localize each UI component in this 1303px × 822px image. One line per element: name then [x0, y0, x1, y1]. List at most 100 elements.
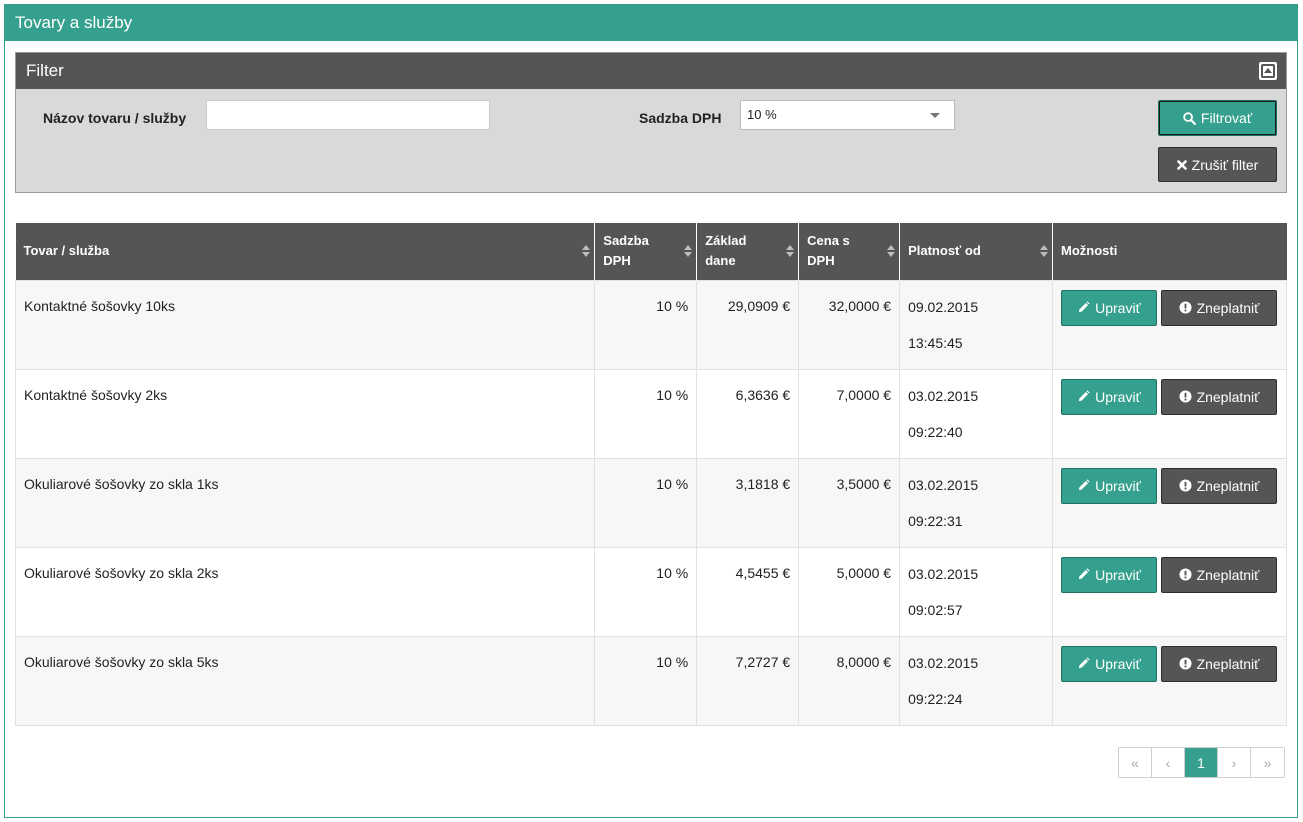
tax-base: 3,1818 €	[696, 457, 800, 548]
pencil-icon	[1078, 301, 1090, 313]
pagination-last[interactable]: »	[1251, 748, 1284, 777]
pagination-page-current[interactable]: 1	[1185, 748, 1218, 777]
sort-icon	[684, 245, 693, 258]
tax-base: 4,5455 €	[696, 546, 800, 637]
sort-icon	[582, 245, 591, 258]
edit-button[interactable]: Upraviť	[1060, 378, 1157, 415]
edit-button-label: Upraviť	[1095, 299, 1141, 316]
valid-from: 09.02.2015 13:45:45	[899, 279, 1053, 370]
vat-filter-select[interactable]: 10 %	[740, 100, 955, 130]
item-name: Kontaktné šošovky 10ks	[14, 279, 596, 370]
clear-filter-button[interactable]: Zrušiť filter	[1158, 147, 1277, 182]
item-name: Okuliarové šošovky zo skla 1ks	[14, 457, 596, 548]
invalidate-button-label: Zneplatniť	[1196, 388, 1260, 405]
invalidate-button[interactable]: Zneplatniť	[1160, 467, 1277, 504]
valid-from-time: 13:45:45	[908, 334, 963, 351]
valid-from-time: 09:22:31	[908, 512, 963, 529]
column-header-tax-base[interactable]: Základ dane	[696, 223, 800, 280]
edit-button-label: Upraviť	[1095, 477, 1141, 494]
edit-button-label: Upraviť	[1095, 655, 1141, 672]
valid-from: 03.02.2015 09:22:40	[899, 368, 1053, 459]
column-header-valid-from[interactable]: Platnosť od	[899, 223, 1053, 280]
row-options: Upraviť Zneplatniť	[1051, 635, 1288, 726]
vat-rate: 10 %	[594, 368, 698, 459]
products-table: Tovar / služba Sadzba DPH Základ dane Ce…	[14, 223, 1288, 726]
tax-base: 6,3636 €	[696, 368, 800, 459]
filter-title: Filter	[26, 61, 64, 80]
pagination-first[interactable]: «	[1119, 748, 1152, 777]
table-row: Kontaktné šošovky 2ks 10 % 6,3636 € 7,00…	[14, 368, 1288, 459]
table-row: Okuliarové šošovky zo skla 5ks 10 % 7,27…	[14, 635, 1288, 726]
price-with-vat: 5,0000 €	[798, 546, 901, 637]
invalidate-button[interactable]: Zneplatniť	[1160, 378, 1277, 415]
sort-icon	[1039, 245, 1048, 258]
sort-icon	[887, 245, 896, 258]
filter-button-label: Filtrovať	[1200, 110, 1253, 126]
edit-button[interactable]: Upraviť	[1060, 289, 1157, 326]
exclamation-circle-icon	[1179, 301, 1192, 314]
exclamation-circle-icon	[1179, 657, 1192, 670]
edit-button[interactable]: Upraviť	[1060, 645, 1157, 682]
collapse-icon[interactable]	[1259, 62, 1277, 80]
pagination: « ‹ 1 › »	[1118, 747, 1285, 778]
invalidate-button-label: Zneplatniť	[1196, 477, 1260, 494]
valid-from-date: 03.02.2015	[908, 565, 979, 582]
edit-button[interactable]: Upraviť	[1060, 556, 1157, 593]
row-options: Upraviť Zneplatniť	[1051, 457, 1288, 548]
price-with-vat: 7,0000 €	[798, 368, 901, 459]
column-header-price-with-vat[interactable]: Cena s DPH	[798, 223, 901, 280]
clear-filter-label: Zrušiť filter	[1191, 156, 1259, 173]
pencil-icon	[1078, 479, 1090, 491]
filter-button[interactable]: Filtrovať	[1158, 100, 1277, 136]
pagination-prev[interactable]: ‹	[1152, 748, 1185, 777]
row-options: Upraviť Zneplatniť	[1051, 368, 1288, 459]
filter-header: Filter	[16, 53, 1286, 89]
vat-filter-value: 10 %	[747, 107, 777, 122]
invalidate-button[interactable]: Zneplatniť	[1160, 289, 1277, 326]
pencil-icon	[1078, 390, 1090, 402]
sort-icon	[786, 245, 795, 258]
table-row: Okuliarové šošovky zo skla 2ks 10 % 4,54…	[14, 546, 1288, 637]
edit-button[interactable]: Upraviť	[1060, 467, 1157, 504]
valid-from-date: 03.02.2015	[908, 654, 979, 671]
tax-base: 7,2727 €	[696, 635, 800, 726]
valid-from-date: 09.02.2015	[908, 298, 979, 315]
price-with-vat: 8,0000 €	[798, 635, 901, 726]
vat-rate: 10 %	[594, 279, 698, 370]
item-name: Kontaktné šošovky 2ks	[14, 368, 596, 459]
name-filter-input[interactable]	[206, 100, 490, 130]
valid-from-time: 09:02:57	[908, 601, 963, 618]
valid-from-time: 09:22:24	[908, 690, 963, 707]
exclamation-circle-icon	[1179, 568, 1192, 581]
valid-from: 03.02.2015 09:22:24	[899, 635, 1053, 726]
item-name: Okuliarové šošovky zo skla 5ks	[14, 635, 596, 726]
vat-rate: 10 %	[594, 635, 698, 726]
exclamation-circle-icon	[1179, 479, 1192, 492]
table-row: Kontaktné šošovky 10ks 10 % 29,0909 € 32…	[14, 279, 1288, 370]
invalidate-button-label: Zneplatniť	[1196, 655, 1260, 672]
edit-button-label: Upraviť	[1095, 388, 1141, 405]
invalidate-button[interactable]: Zneplatniť	[1160, 556, 1277, 593]
row-options: Upraviť Zneplatniť	[1051, 279, 1288, 370]
row-options: Upraviť Zneplatniť	[1051, 546, 1288, 637]
name-filter-label: Názov tovaru / služby	[43, 110, 187, 126]
price-with-vat: 3,5000 €	[798, 457, 901, 548]
vat-rate: 10 %	[594, 457, 698, 548]
edit-button-label: Upraviť	[1095, 566, 1141, 583]
item-name: Okuliarové šošovky zo skla 2ks	[14, 546, 596, 637]
pagination-next[interactable]: ›	[1218, 748, 1251, 777]
table-row: Okuliarové šošovky zo skla 1ks 10 % 3,18…	[14, 457, 1288, 548]
pencil-icon	[1078, 568, 1090, 580]
column-header-options: Možnosti	[1052, 223, 1287, 280]
price-with-vat: 32,0000 €	[798, 279, 901, 370]
column-header-item[interactable]: Tovar / služba	[15, 223, 596, 280]
invalidate-button-label: Zneplatniť	[1196, 566, 1260, 583]
exclamation-circle-icon	[1179, 390, 1192, 403]
filter-panel: Filter Názov tovaru / služby Sadzba DPH …	[15, 52, 1287, 193]
valid-from-date: 03.02.2015	[908, 476, 979, 493]
column-header-vat-rate[interactable]: Sadzba DPH	[594, 223, 698, 280]
valid-from: 03.02.2015 09:22:31	[899, 457, 1053, 548]
valid-from: 03.02.2015 09:02:57	[899, 546, 1053, 637]
close-icon	[1176, 159, 1187, 170]
invalidate-button[interactable]: Zneplatniť	[1160, 645, 1277, 682]
